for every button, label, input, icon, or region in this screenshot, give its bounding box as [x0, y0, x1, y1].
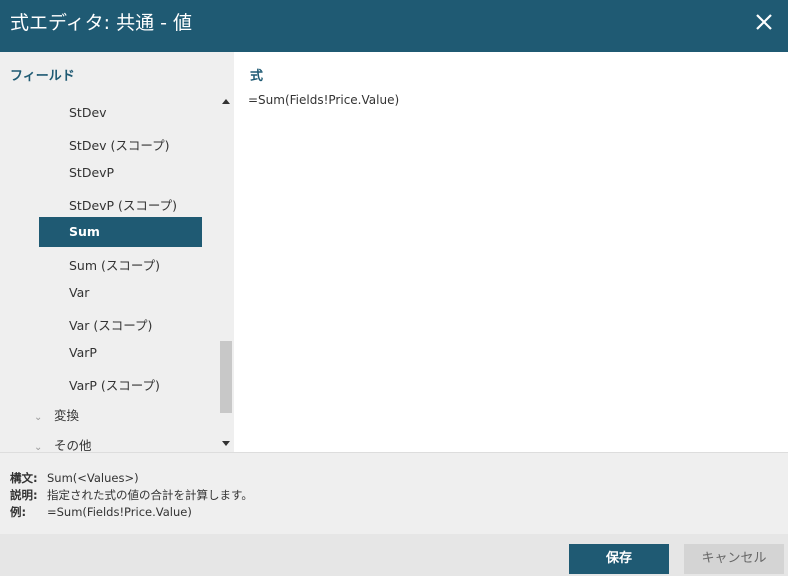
- syntax-value: Sum(<Values>): [47, 471, 139, 485]
- description-key: 説明:: [10, 488, 38, 502]
- tree-group-conversion[interactable]: ⌄ 変換: [34, 405, 79, 424]
- save-button[interactable]: 保存: [569, 544, 669, 574]
- example-key: 例:: [10, 505, 27, 519]
- tree-item-sum-scope[interactable]: Sum (スコープ): [69, 255, 160, 274]
- tree-group-other[interactable]: ⌄ その他: [34, 435, 92, 452]
- tree-item-varp-scope[interactable]: VarP (スコープ): [69, 375, 160, 394]
- cancel-button[interactable]: キャンセル: [684, 544, 784, 574]
- dialog-title-bar: 式エディタ: 共通 - 値: [0, 0, 788, 52]
- example-row: 例: =Sum(Fields!Price.Value): [10, 504, 192, 520]
- tree-group-label: その他: [54, 438, 92, 452]
- close-icon[interactable]: [752, 10, 776, 34]
- fields-header: フィールド: [10, 69, 75, 84]
- scroll-up-icon[interactable]: [222, 99, 230, 104]
- chevron-down-icon: ⌄: [34, 412, 43, 423]
- dialog-footer: 保存 キャンセル: [0, 534, 788, 576]
- tree-item-sum-selected[interactable]: Sum: [39, 217, 202, 247]
- fields-panel: フィールド StDev StDev (スコープ) StDevP StDevP (…: [0, 52, 234, 452]
- scrollbar-thumb[interactable]: [220, 341, 232, 413]
- expression-label: 式: [250, 69, 264, 84]
- tree-group-label: 変換: [54, 408, 80, 423]
- scroll-down-icon[interactable]: [222, 441, 230, 446]
- syntax-key: 構文:: [10, 471, 38, 485]
- syntax-row: 構文: Sum(<Values>): [10, 470, 139, 486]
- description-row: 説明: 指定された式の値の合計を計算します。: [10, 487, 253, 503]
- description-value: 指定された式の値の合計を計算します。: [47, 488, 253, 502]
- tree-item-stdevp-scope[interactable]: StDevP (スコープ): [69, 195, 177, 214]
- example-value: =Sum(Fields!Price.Value): [47, 505, 192, 519]
- expression-panel: 式 =Sum(Fields!Price.Value): [234, 52, 788, 452]
- expression-editor[interactable]: =Sum(Fields!Price.Value): [248, 93, 399, 107]
- tree-item-stdevp[interactable]: StDevP: [69, 165, 114, 180]
- function-info-panel: 構文: Sum(<Values>) 説明: 指定された式の値の合計を計算します。 例…: [0, 452, 788, 535]
- dialog-title: 式エディタ: 共通 - 値: [10, 12, 193, 34]
- tree-item-varp[interactable]: VarP: [69, 345, 97, 360]
- tree-item-stdev[interactable]: StDev: [69, 105, 107, 120]
- chevron-down-icon: ⌄: [34, 442, 43, 452]
- tree-item-stdev-scope[interactable]: StDev (スコープ): [69, 135, 170, 154]
- tree-item-var[interactable]: Var: [69, 285, 89, 300]
- tree-scrollbar[interactable]: [218, 92, 232, 452]
- tree-item-var-scope[interactable]: Var (スコープ): [69, 315, 152, 334]
